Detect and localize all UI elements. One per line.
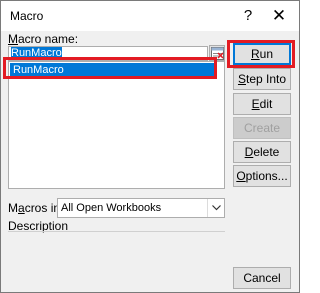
step-into-mnemonic: S bbox=[237, 72, 246, 86]
cancel-button[interactable]: Cancel bbox=[233, 267, 291, 289]
cancel-label: Cancel bbox=[243, 271, 281, 285]
run-button[interactable]: Run bbox=[233, 43, 291, 65]
edit-label: dit bbox=[259, 97, 273, 111]
macros-in-value: All Open Workbooks bbox=[61, 202, 162, 214]
macros-in-label-pre: M bbox=[8, 201, 18, 215]
close-icon[interactable]: ✕ bbox=[267, 5, 291, 27]
window-title: Macro bbox=[10, 9, 44, 23]
macro-list[interactable]: RunMacro bbox=[8, 61, 225, 189]
edit-button[interactable]: Edit bbox=[233, 93, 291, 115]
list-highlight-box bbox=[3, 57, 217, 79]
step-into-label: tep Into bbox=[245, 72, 287, 86]
delete-button[interactable]: Delete bbox=[233, 141, 291, 163]
macros-in-select[interactable]: All Open Workbooks bbox=[57, 198, 225, 218]
options-label: ptions... bbox=[245, 169, 288, 183]
step-into-button[interactable]: Step Into bbox=[233, 68, 291, 90]
macros-in-label-mnemonic: a bbox=[18, 201, 25, 215]
title-bar: Macro ? ✕ bbox=[1, 1, 299, 31]
help-icon[interactable]: ? bbox=[237, 5, 259, 27]
macro-name-label-text: acro name: bbox=[18, 32, 79, 46]
delete-mnemonic: D bbox=[244, 145, 254, 159]
dropdown-arrow-icon[interactable] bbox=[207, 199, 224, 217]
macro-name-label-mnemonic: M bbox=[8, 32, 18, 46]
options-button[interactable]: Options... bbox=[233, 165, 291, 187]
create-button: Create bbox=[233, 117, 291, 139]
macro-dialog: Macro ? ✕ Macro name: RunMacro RunMacro … bbox=[0, 0, 300, 293]
macros-in-label: Macros in: bbox=[8, 201, 63, 215]
description-divider bbox=[8, 231, 225, 232]
create-label: Create bbox=[243, 121, 281, 135]
edit-mnemonic: E bbox=[251, 97, 260, 111]
run-label: un bbox=[259, 47, 274, 61]
options-mnemonic: O bbox=[236, 169, 246, 183]
macro-name-label: Macro name: bbox=[8, 32, 78, 46]
run-mnemonic: R bbox=[250, 47, 260, 61]
delete-label: elete bbox=[253, 145, 280, 159]
